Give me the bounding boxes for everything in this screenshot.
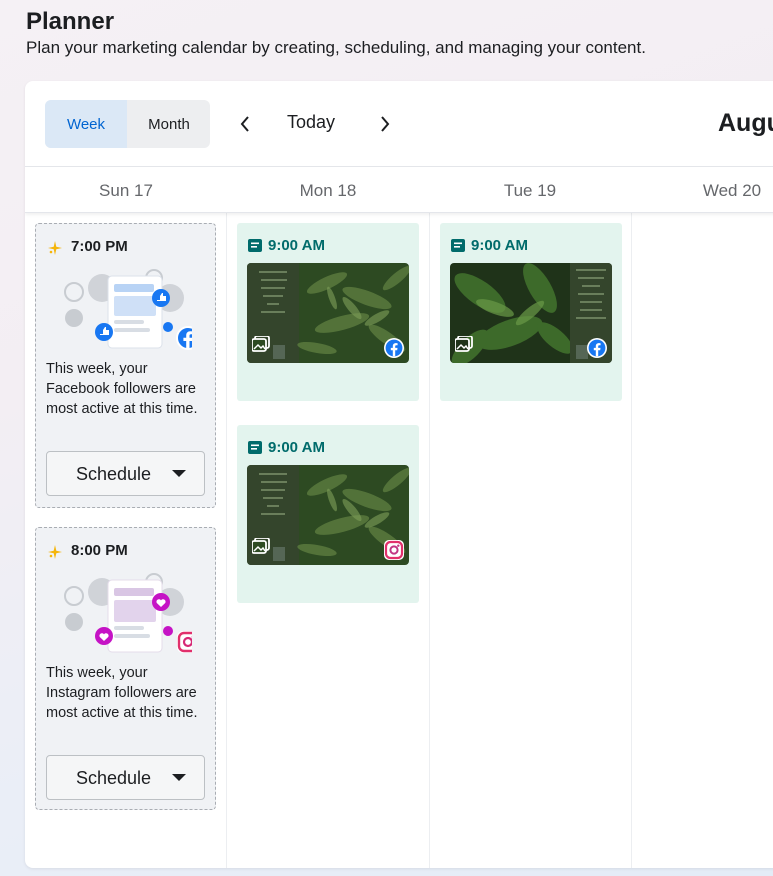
sparkle-icon [48,545,62,559]
facebook-engagement-illustration [64,269,192,350]
instagram-engagement-illustration [64,573,192,653]
day-header-tue: Tue 19 [503,181,557,200]
page-title: Planner [26,8,115,35]
instagram-icon [384,540,404,560]
post-thumbnail [247,465,409,565]
day-header-sun: Sun 17 [99,181,153,200]
column-divider [631,213,632,868]
calendar-toolbar: Week Month Today Augu [25,81,773,167]
week-view-button[interactable]: Week [45,100,127,148]
caret-down-icon [172,470,186,477]
schedule-button-label: Schedule [76,464,152,484]
schedule-button[interactable]: Schedule [46,451,205,496]
day-header-wed: Wed 20 [702,181,762,200]
scheduled-post-card[interactable]: 9:00 AM [237,425,419,603]
chevron-left-icon [240,116,249,132]
recommended-time-card-instagram: 8:00 PM This week, your Instagram follow… [35,527,216,810]
post-time: 9:00 AM [471,237,528,254]
image-media-icon [252,336,270,352]
schedule-button-label: Schedule [76,768,152,788]
post-icon [451,239,465,252]
current-month-label: Augu [718,109,773,137]
chevron-right-icon [381,116,390,132]
next-week-button[interactable] [373,111,397,137]
column-divider [226,213,227,868]
recommended-time: 8:00 PM [71,542,128,559]
today-button[interactable]: Today [287,112,335,133]
image-media-icon [455,336,473,352]
facebook-icon [587,338,607,358]
page-subtitle: Plan your marketing calendar by creating… [26,38,646,57]
image-media-icon [252,538,270,554]
previous-week-button[interactable] [233,111,257,137]
day-header-mon: Mon 18 [299,181,357,200]
caret-down-icon [172,774,186,781]
post-icon [248,441,262,454]
recommendation-text: This week, your Instagram followers are … [46,665,198,721]
recommended-time: 7:00 PM [71,238,128,255]
month-view-button[interactable]: Month [128,100,210,148]
recommended-time-card-facebook: 7:00 PM This week, your Facebook followe… [35,223,216,508]
facebook-icon [384,338,404,358]
recommendation-text: This week, your Facebook followers are m… [46,361,198,417]
post-thumbnail [247,263,409,363]
schedule-button[interactable]: Schedule [46,755,205,800]
scheduled-post-card[interactable]: 9:00 AM [237,223,419,401]
scheduled-post-card[interactable]: 9:00 AM [440,223,622,401]
day-header-row: Sun 17 Mon 18 Tue 19 Wed 20 [25,167,773,213]
view-toggle: Week Month [45,100,210,148]
post-time: 9:00 AM [268,237,325,254]
sparkle-icon [48,241,62,255]
post-time: 9:00 AM [268,439,325,456]
planner-calendar: Week Month Today Augu Sun 17 Mon 18 Tue … [25,81,773,868]
column-divider [429,213,430,868]
post-icon [248,239,262,252]
post-thumbnail [450,263,612,363]
